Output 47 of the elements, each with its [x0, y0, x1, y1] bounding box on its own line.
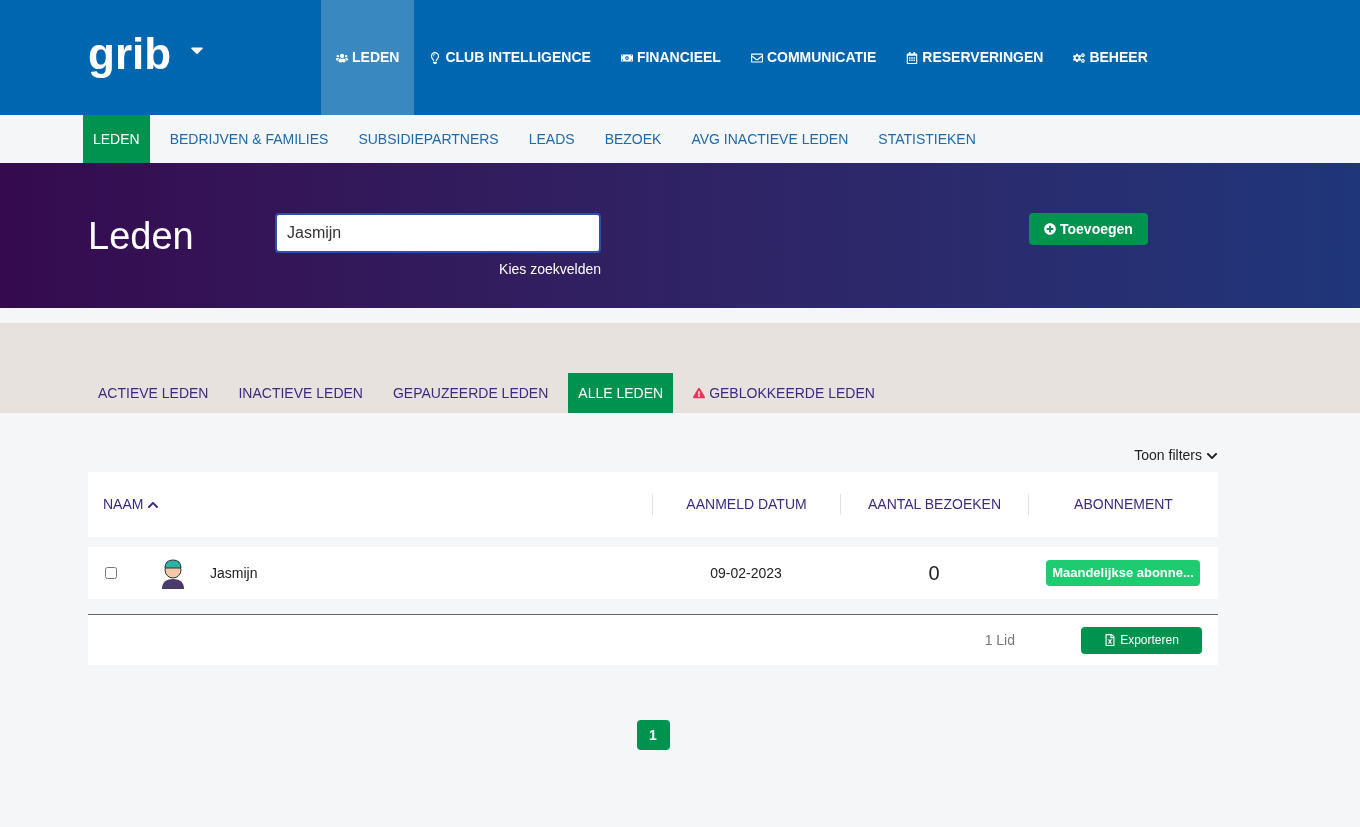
nav-icon: [906, 51, 919, 64]
row-checkbox[interactable]: [105, 567, 117, 579]
filters-toggle[interactable]: Toon filters: [1134, 445, 1218, 466]
nav-icon: [620, 51, 633, 64]
column-header[interactable]: AANTAL BEZOEKEN: [840, 494, 1028, 515]
nav-icon: [1073, 51, 1086, 64]
nav-icon: [750, 51, 763, 64]
subscription-tag: Maandelijkse abonne...: [1046, 560, 1200, 586]
subnav-tab[interactable]: LEADS: [518, 115, 585, 163]
nav-tab[interactable]: LEDEN: [321, 0, 415, 115]
spreadsheet-icon: [1104, 634, 1117, 646]
nav-icon: [336, 51, 348, 64]
search-field[interactable]: Jasmijn: [275, 213, 601, 253]
table-cell-text: 0: [927, 561, 941, 586]
subnav-tab[interactable]: SUBSIDIEPARTNERS: [348, 115, 509, 163]
search-fields-link[interactable]: Kies zoekvelden: [499, 259, 601, 280]
logo: grib: [88, 31, 172, 80]
column-header[interactable]: NAAM: [88, 494, 652, 515]
member-tab[interactable]: GEBLOKKEERDE LEDEN: [683, 373, 885, 413]
subnav-tab[interactable]: STATISTIEKEN: [868, 115, 986, 163]
nav-tab[interactable]: CLUB INTELLIGENCE: [414, 0, 606, 115]
page-button[interactable]: 1: [636, 720, 670, 750]
column-header[interactable]: AANMELD DATUM: [652, 494, 840, 515]
avatar-icon: [160, 557, 186, 589]
plus-icon: [1044, 223, 1056, 235]
warning-icon: [693, 387, 706, 399]
subnav-tab[interactable]: BEDRIJVEN & FAMILIES: [159, 115, 339, 163]
subnav-tab[interactable]: BEZOEK: [594, 115, 672, 163]
nav-icon: [429, 51, 442, 64]
column-header[interactable]: ABONNEMENT: [1028, 494, 1218, 515]
member-tab[interactable]: GEPAUZEERDE LEDEN: [382, 373, 559, 413]
export-button[interactable]: Exporteren: [1081, 626, 1202, 654]
add-button[interactable]: Toevoegen: [1029, 213, 1148, 245]
nav-tab[interactable]: RESERVERINGEN: [891, 0, 1059, 115]
table-row[interactable]: Jasmijn 09-02-2023 0 Maandelijkse abonne...: [88, 547, 1218, 599]
nav-tab[interactable]: BEHEER: [1058, 0, 1163, 115]
member-name: Jasmijn: [210, 563, 259, 583]
member-tab[interactable]: ALLE LEDEN: [568, 373, 674, 413]
table-cell-text: 09-02-2023: [709, 563, 783, 583]
nav-tab[interactable]: COMMUNICATIE: [735, 0, 892, 115]
member-count: 1 Lid: [984, 630, 1015, 650]
nav-tab[interactable]: FINANCIEEL: [605, 0, 736, 115]
member-tab[interactable]: ACTIEVE LEDEN: [88, 373, 219, 413]
subnav-tab[interactable]: LEDEN: [83, 115, 150, 163]
member-tab[interactable]: INACTIEVE LEDEN: [228, 373, 373, 413]
page-title: Leden: [88, 217, 195, 255]
subnav-tab[interactable]: AVG INACTIEVE LEDEN: [681, 115, 859, 163]
